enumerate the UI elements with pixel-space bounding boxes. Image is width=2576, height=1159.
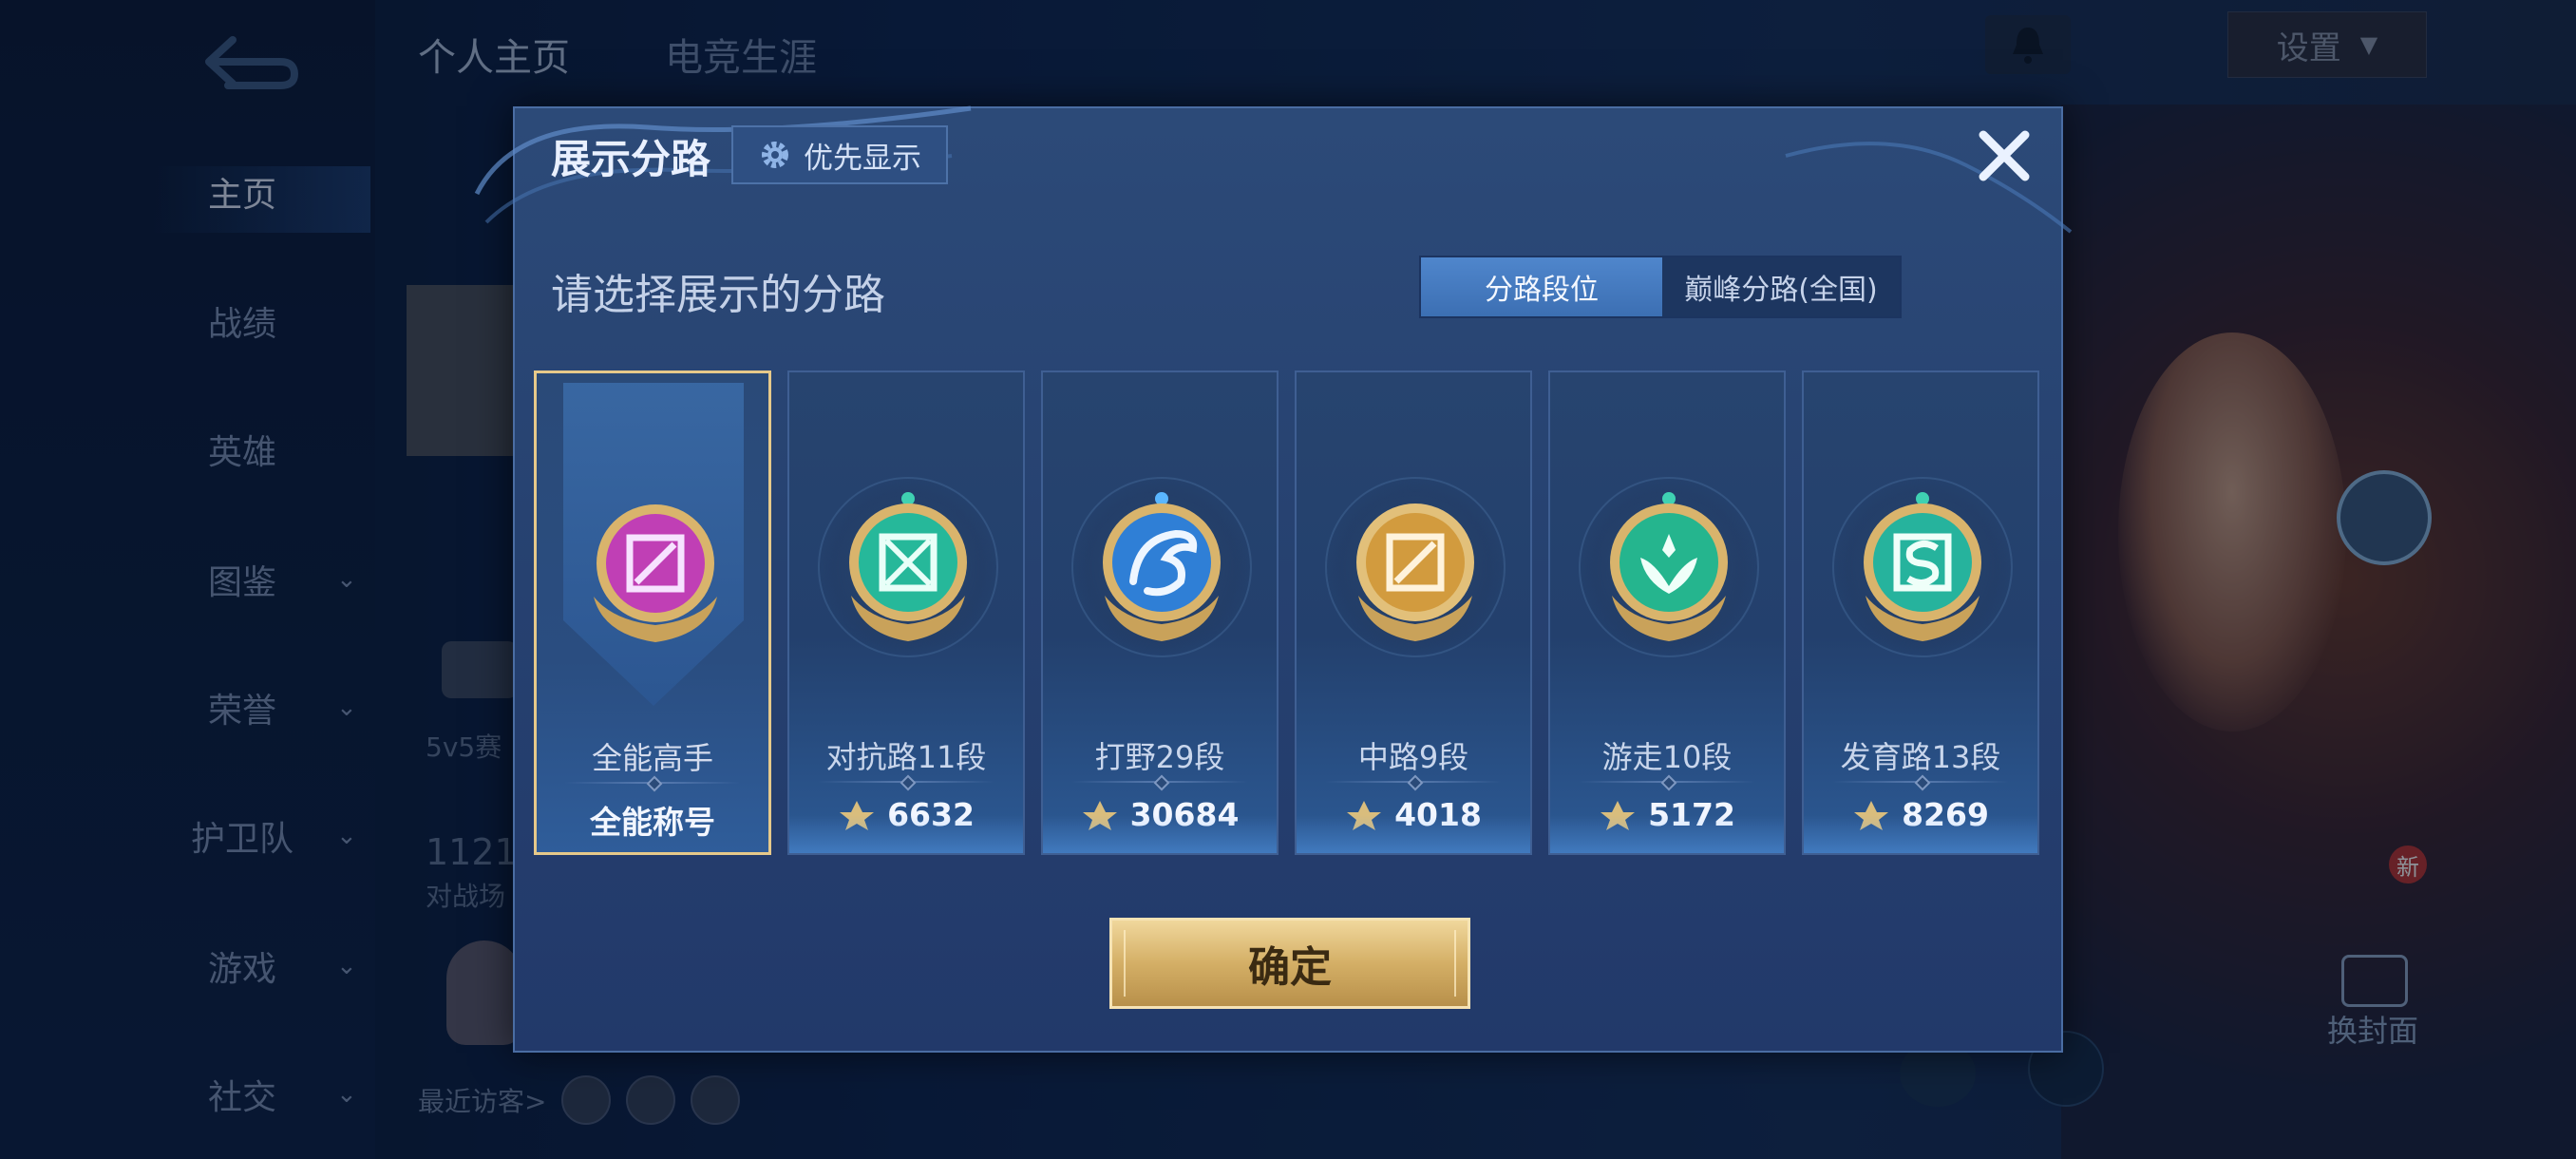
card-glow [789, 815, 1023, 853]
roam-icon [1610, 492, 1728, 641]
lane-card-clash-lane[interactable]: 对抗路11段 6632 [787, 370, 1025, 855]
divider [1071, 781, 1248, 783]
priority-display-label: 优先显示 [804, 141, 921, 176]
divider [1579, 781, 1755, 783]
gear-icon [762, 142, 788, 168]
modal-subtitle: 请选择展示的分路 [551, 271, 885, 319]
lane-card-roam[interactable]: 游走10段 5172 [1548, 370, 1786, 855]
close-button[interactable] [1966, 118, 2042, 194]
all-round-icon [594, 504, 717, 642]
card-glow [1550, 815, 1784, 853]
lane-rank-label: 对抗路11段 [825, 739, 987, 775]
close-icon [1979, 130, 2030, 181]
priority-display-button[interactable]: 优先显示 [731, 125, 948, 184]
divider [1832, 781, 2009, 783]
lane-card-jungle[interactable]: 打野29段 30684 [1041, 370, 1279, 855]
lane-display-modal: 展示分路 优先显示 请选择展示的分路 分路段位 巅峰分路(全国) 全能高手 全能… [474, 105, 2073, 1053]
tab-peak-lane-national[interactable]: 巅峰分路(全国) [1662, 257, 1900, 316]
lane-rank-label: 中路9段 [1357, 739, 1469, 775]
jungle-icon [1103, 492, 1221, 641]
divider [818, 781, 994, 783]
confirm-button[interactable]: 确定 [1109, 918, 1470, 1009]
lane-score-value: 全能称号 [590, 804, 715, 841]
lane-rank-label: 全能高手 [591, 740, 713, 776]
tab-lane-rank[interactable]: 分路段位 [1421, 257, 1662, 316]
divider [1325, 781, 1502, 783]
lane-card-all-round[interactable]: 全能高手 全能称号 [534, 370, 771, 855]
clash-lane-icon [849, 492, 967, 641]
lane-score: 全能称号 [537, 797, 768, 843]
lane-card-farm-lane[interactable]: 发育路13段 8269 [1802, 370, 2039, 855]
card-glow [1297, 815, 1530, 853]
divider [565, 782, 740, 784]
lane-rank-label: 游走10段 [1601, 739, 1733, 775]
modal-title: 展示分路 [551, 136, 711, 182]
card-glow [1804, 815, 2037, 853]
lane-rank-label: 打野29段 [1094, 739, 1225, 775]
lane-rank-label: 发育路13段 [1840, 739, 2001, 775]
mid-lane-icon [1356, 504, 1474, 641]
card-glow [1043, 815, 1277, 853]
farm-lane-icon [1864, 492, 1981, 641]
lane-card-mid-lane[interactable]: 中路9段 4018 [1295, 370, 1532, 855]
ranking-type-toggle: 分路段位 巅峰分路(全国) [1419, 256, 1902, 318]
lane-card-list: 全能高手 全能称号 对抗路11段 6632 [534, 370, 2054, 855]
